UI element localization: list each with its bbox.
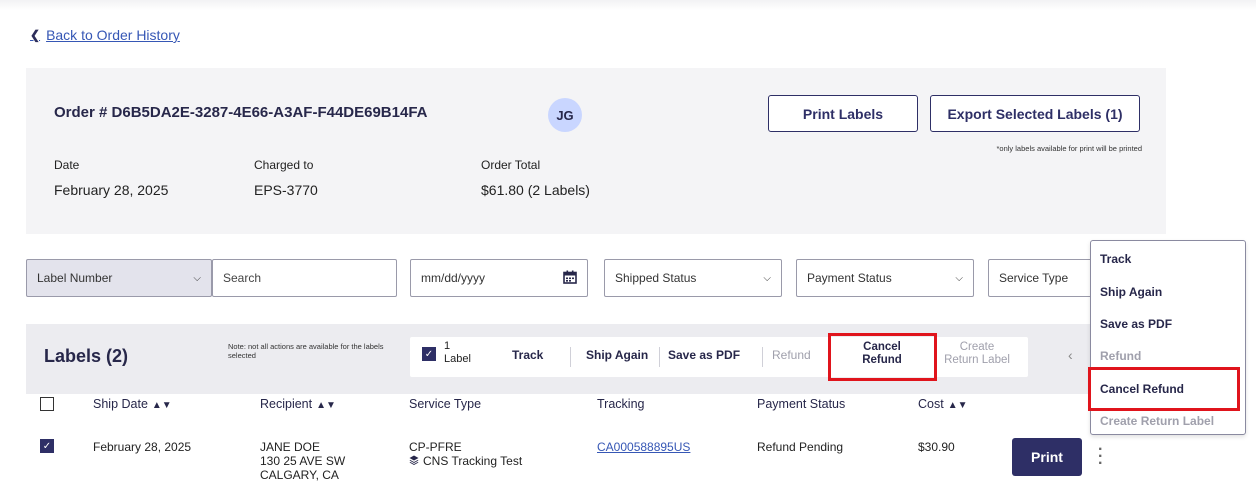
selected-count-unit: Label: [444, 353, 471, 365]
ship-again-action[interactable]: Ship Again: [586, 348, 648, 362]
label-number-select[interactable]: Label Number ⌵: [26, 259, 212, 297]
menu-item-save-as-pdf[interactable]: Save as PDF: [1100, 317, 1172, 331]
kebab-menu-icon[interactable]: · · ·: [1098, 442, 1103, 472]
label-number-select-value: Label Number: [37, 271, 113, 285]
back-to-order-history-link[interactable]: ❮ Back to Order History: [30, 27, 180, 43]
sort-icon: ▲▼: [316, 400, 336, 411]
select-all-checkbox[interactable]: [40, 397, 54, 411]
charged-to-value: EPS-3770: [254, 182, 318, 198]
divider: [659, 347, 660, 367]
cost-header[interactable]: Cost ▲▼: [918, 397, 968, 411]
row-service: CP-PFRE CNS Tracking Test: [409, 440, 522, 468]
menu-item-create-return-label[interactable]: Create Return Label: [1100, 414, 1214, 428]
order-total-value: $61.80 (2 Labels): [481, 182, 590, 198]
cancel-refund-line1: Cancel: [863, 341, 901, 353]
avatar[interactable]: JG: [548, 98, 582, 132]
order-number: Order # D6B5DA2E-3287-4E66-A3AF-F44DE69B…: [54, 104, 428, 121]
ship-date-header-label: Ship Date: [93, 397, 148, 411]
date-label: Date: [54, 158, 80, 172]
row-ship-date: February 28, 2025: [93, 440, 192, 454]
save-as-pdf-action[interactable]: Save as PDF: [668, 348, 740, 362]
recipient-header[interactable]: Recipient ▲▼: [260, 397, 336, 411]
selected-count: 1 Label: [444, 340, 471, 366]
selected-labels-checkbox[interactable]: ✓: [422, 347, 436, 361]
chevron-left-icon: ❮: [30, 28, 41, 42]
row-recipient: JANE DOE 130 25 AVE SW CALGARY, CA: [260, 440, 345, 482]
service-type-header: Service Type: [409, 397, 482, 411]
payment-status-select[interactable]: Payment Status ⌵: [796, 259, 974, 297]
create-return-line1: Create: [959, 341, 995, 353]
print-note: *only labels available for print will be…: [996, 144, 1143, 153]
print-button[interactable]: Print: [1012, 438, 1082, 476]
shipped-status-value: Shipped Status: [615, 271, 697, 285]
sort-icon: ▲▼: [947, 400, 968, 411]
menu-item-track[interactable]: Track: [1100, 252, 1131, 266]
recipient-name: JANE DOE: [260, 440, 321, 454]
search-placeholder: Search: [223, 271, 262, 285]
tracking-header: Tracking: [597, 397, 645, 411]
service-sub-label: CNS Tracking Test: [423, 454, 523, 468]
print-labels-button[interactable]: Print Labels: [768, 95, 918, 132]
recipient-header-label: Recipient: [260, 397, 313, 411]
divider: [762, 347, 763, 367]
chevron-down-icon: ⌵: [955, 272, 963, 284]
menu-item-cancel-refund[interactable]: Cancel Refund: [1100, 382, 1184, 396]
cancel-refund-action[interactable]: Cancel Refund: [832, 341, 932, 367]
selected-count-number: 1: [444, 340, 451, 352]
layers-icon: [409, 454, 419, 468]
calendar-icon[interactable]: [563, 270, 577, 287]
order-total-label: Order Total: [481, 158, 541, 172]
recipient-address-line1: 130 25 AVE SW: [260, 454, 346, 468]
search-input[interactable]: Search: [212, 259, 397, 297]
row-cost: $30.90: [918, 440, 955, 454]
refund-action[interactable]: Refund: [772, 348, 811, 362]
cancel-refund-line2: Refund: [862, 354, 902, 366]
service-code: CP-PFRE: [409, 440, 462, 454]
payment-status-value: Payment Status: [807, 271, 892, 285]
divider: [570, 347, 571, 367]
chevron-left-icon[interactable]: ‹: [1068, 347, 1073, 363]
export-selected-labels-button[interactable]: Export Selected Labels (1): [930, 95, 1140, 132]
sort-icon: ▲▼: [151, 400, 172, 411]
charged-to-label: Charged to: [254, 158, 314, 172]
payment-status-header: Payment Status: [757, 397, 846, 411]
shipped-status-select[interactable]: Shipped Status ⌵: [604, 259, 782, 297]
chevron-down-icon: ⌵: [193, 272, 201, 284]
row-payment-status: Refund Pending: [757, 440, 844, 454]
service-sub: CNS Tracking Test: [409, 454, 522, 468]
top-shadow: [0, 0, 1256, 10]
menu-item-ship-again[interactable]: Ship Again: [1100, 285, 1162, 299]
recipient-address-line2: CALGARY, CA: [260, 468, 339, 482]
row-checkbox[interactable]: ✓: [40, 439, 54, 453]
labels-title: Labels (2): [44, 346, 129, 366]
chevron-down-icon: ⌵: [763, 272, 771, 284]
create-return-label-action[interactable]: Create Return Label: [932, 341, 1022, 367]
cost-header-label: Cost: [918, 397, 944, 411]
menu-item-refund[interactable]: Refund: [1100, 349, 1141, 363]
track-action[interactable]: Track: [512, 348, 543, 362]
ship-date-header[interactable]: Ship Date ▲▼: [93, 397, 172, 411]
service-type-select[interactable]: Service Type: [988, 259, 1098, 297]
service-type-value: Service Type: [999, 271, 1069, 285]
create-return-line2: Return Label: [944, 354, 1010, 366]
date-placeholder: mm/dd/yyyy: [421, 271, 486, 285]
actions-note: Note: not all actions are available for …: [228, 342, 384, 360]
back-link-label: Back to Order History: [46, 27, 180, 43]
tracking-link[interactable]: CA000588895US: [597, 440, 690, 454]
date-value: February 28, 2025: [54, 182, 169, 198]
date-input[interactable]: mm/dd/yyyy: [410, 259, 588, 297]
